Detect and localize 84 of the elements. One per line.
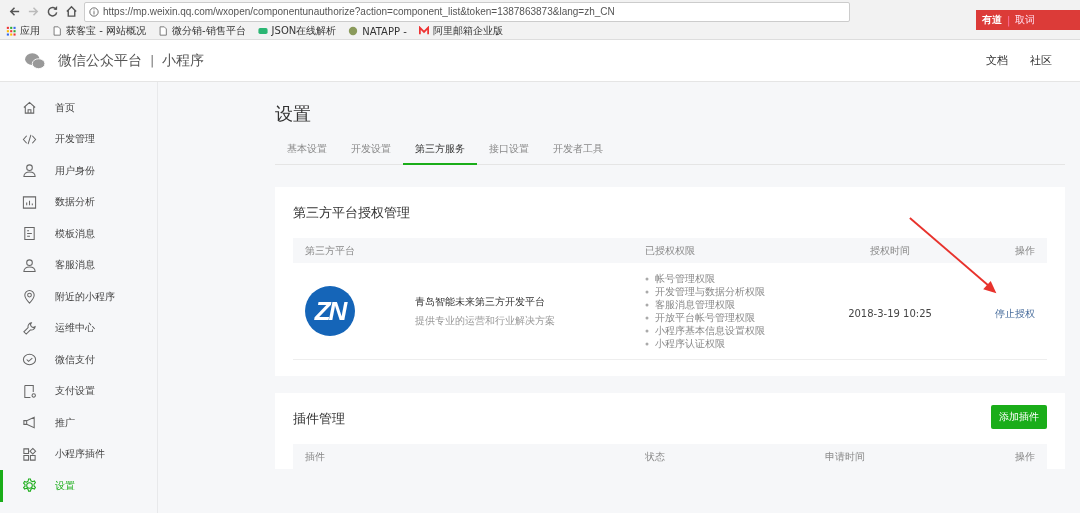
bullet-icon [645, 341, 649, 346]
product-name: 小程序 [162, 51, 205, 70]
json-icon[interactable] [257, 26, 268, 36]
auth-time: 2018-3-19 10:25 [848, 307, 932, 319]
home-icon[interactable] [65, 5, 78, 18]
section-title: 插件管理 [293, 410, 345, 428]
bullet-icon [645, 302, 649, 307]
permission-item: 客服消息管理权限 [655, 298, 735, 311]
address-bar[interactable]: https://mp.weixin.qq.com/wxopen/componentunauthorize?action=component_list&token=1387863873&lang=zh_CN [84, 1, 850, 22]
popup-separator: | [1007, 14, 1011, 26]
permission-item: 小程序基本信息设置权限 [655, 324, 765, 337]
column-header: 申请时间 [824, 449, 865, 464]
tab[interactable]: 基本设置 [275, 138, 339, 165]
popup-action[interactable]: 取词 [1015, 13, 1036, 27]
platform-description: 提供专业的运营和行业解决方案 [415, 313, 555, 328]
column-header: 第三方平台 [305, 243, 356, 258]
bar-chart-icon [22, 194, 37, 210]
sidebar-item[interactable]: 数据分析 [0, 186, 157, 218]
tab[interactable]: 第三方服务 [403, 138, 477, 165]
column-header: 操作 [1014, 449, 1035, 464]
platform-name: 青岛智能未来第三方开发平台 [415, 294, 546, 309]
m-logo-icon[interactable] [418, 26, 429, 36]
sidebar-item[interactable]: 首页 [0, 92, 157, 124]
sidebar-item[interactable]: 推广 [0, 407, 157, 439]
column-header: 插件 [305, 449, 326, 464]
megaphone-icon [22, 415, 37, 431]
permission-item: 帐号管理权限 [655, 272, 715, 285]
tab[interactable]: 接口设置 [477, 138, 541, 165]
tab[interactable]: 开发设置 [339, 138, 403, 165]
bullet-icon [645, 315, 649, 320]
column-header: 授权时间 [869, 243, 911, 258]
url-text: https://mp.weixin.qq.com/wxopen/componentunauthorize?action=component_list&token=1387863873&lang=zh_CN [103, 6, 615, 17]
sidebar-item[interactable]: 模板消息 [0, 218, 157, 250]
page-icon[interactable] [52, 26, 62, 36]
company-logo: ZN [305, 286, 355, 336]
sidebar-item[interactable]: 微信支付 [0, 344, 157, 376]
forward-icon[interactable] [27, 5, 40, 18]
back-icon[interactable] [8, 5, 21, 18]
sidebar-item[interactable]: 运维中心 [0, 312, 157, 344]
home-icon [22, 100, 37, 116]
column-header: 状态 [645, 449, 666, 464]
person-icon [22, 163, 37, 179]
tab[interactable]: 开发者工具 [541, 138, 615, 165]
bullet-icon [645, 328, 649, 333]
sidebar-item[interactable]: 用户身份 [0, 155, 157, 187]
sidebar-item[interactable]: 支付设置 [0, 375, 157, 407]
plugin-grid-icon [22, 446, 37, 462]
permission-item: 开发管理与数据分析权限 [655, 285, 765, 298]
bookmark-link[interactable]: 微分销-销售平台 [171, 24, 246, 38]
bookmark-link[interactable]: NATAPP - [362, 25, 407, 37]
section-title: 第三方平台授权管理 [293, 204, 411, 222]
info-icon[interactable] [89, 6, 99, 17]
bookmark-link[interactable]: 应用 [20, 24, 40, 38]
header-separator: | [150, 53, 155, 68]
bookmark-link[interactable]: 阿里邮箱企业版 [432, 24, 503, 38]
page-icon[interactable] [157, 26, 168, 36]
person-icon [22, 257, 37, 273]
bookmark-link[interactable]: JSON在线解析 [271, 24, 337, 38]
payment-settings-icon [22, 383, 37, 399]
sidebar-item[interactable]: 客服消息 [0, 249, 157, 281]
chat-bubbles-icon [24, 51, 46, 70]
revoke-link[interactable]: 停止授权 [995, 307, 1035, 319]
bullet-icon [645, 276, 649, 281]
popup-brand: 有道 [982, 13, 1002, 27]
location-pin-icon [22, 289, 37, 305]
wrench-icon [22, 320, 37, 336]
sidebar-item[interactable]: 小程序插件 [0, 438, 157, 470]
sidebar-item[interactable]: 附近的小程序 [0, 281, 157, 313]
bullet-icon [645, 289, 649, 294]
apps-grid-icon[interactable] [6, 26, 16, 36]
payment-icon [22, 352, 37, 368]
column-header: 操作 [1014, 243, 1035, 258]
header-link[interactable]: 社区 [1030, 53, 1052, 68]
header-link[interactable]: 文档 [986, 53, 1008, 68]
page-title: 设置 [275, 102, 312, 126]
document-icon [22, 226, 37, 242]
platform-name: 微信公众平台 [58, 51, 142, 70]
reload-icon[interactable] [46, 5, 59, 18]
permission-item: 小程序认证权限 [655, 337, 725, 350]
permission-item: 开放平台帐号管理权限 [655, 311, 755, 324]
settings-icon [22, 478, 37, 494]
bookmark-link[interactable]: 获客宝 - 网站概况 [66, 24, 146, 38]
sidebar-item[interactable]: 开发管理 [0, 123, 157, 155]
column-header: 已授权权限 [645, 243, 696, 258]
